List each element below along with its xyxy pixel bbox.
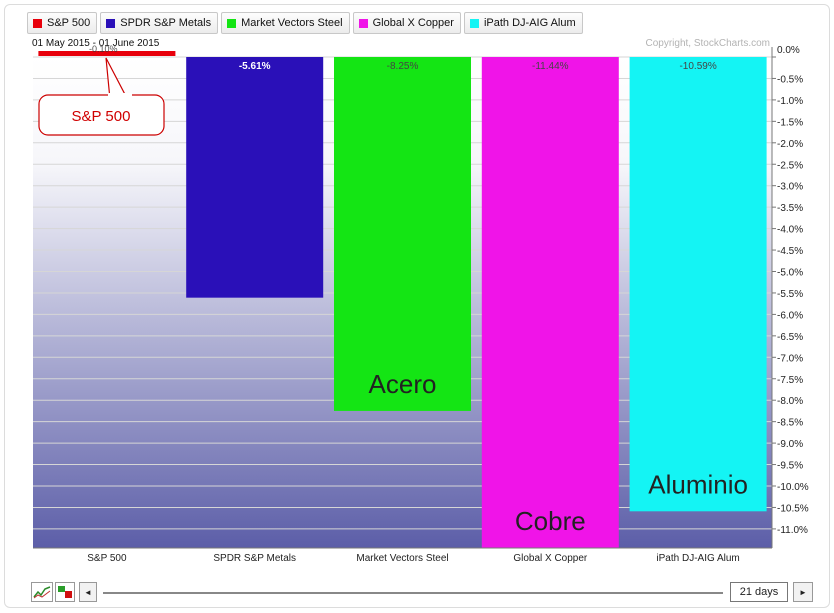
y-tick-label: -8.0% xyxy=(777,396,803,407)
y-tick-label: -5.5% xyxy=(777,289,803,300)
x-tick-label: Global X Copper xyxy=(513,553,588,564)
bar-value-label: -5.61% xyxy=(239,61,271,72)
y-tick-label: -7.0% xyxy=(777,353,803,364)
period-label: 21 days xyxy=(739,586,779,598)
bar-annotation: Aluminio xyxy=(648,469,748,499)
line-chart-icon xyxy=(33,586,51,599)
y-tick-label: -1.0% xyxy=(777,96,803,107)
y-tick-label: -0.5% xyxy=(777,74,803,85)
y-tick-label: 0.0% xyxy=(777,45,800,56)
y-tick-label: -6.0% xyxy=(777,310,803,321)
bar-value-label: -11.44% xyxy=(532,61,569,72)
y-tick-label: -7.5% xyxy=(777,375,803,386)
y-tick-label: -1.5% xyxy=(777,117,803,128)
y-tick-label: -5.0% xyxy=(777,268,803,279)
y-tick-label: -2.0% xyxy=(777,139,803,150)
bar xyxy=(334,57,471,411)
arrow-left-icon: ◄ xyxy=(84,587,92,597)
y-axis-ticks: 0.0% -0.5% -1.0% -1.5% -2.0% -2.5% -3.0% -3.5% -… xyxy=(772,45,809,536)
x-axis-ticks: S&P 500 SPDR S&P Metals Market Vectors Ste… xyxy=(87,553,740,564)
bar-value-label: -8.25% xyxy=(387,61,419,72)
y-tick-label: -3.5% xyxy=(777,203,803,214)
y-tick-label: -6.5% xyxy=(777,332,803,343)
arrow-right-icon: ► xyxy=(799,587,807,597)
copyright-text: Copyright, StockCharts.com xyxy=(646,38,771,49)
x-tick-label: SPDR S&P Metals xyxy=(213,553,296,564)
bar xyxy=(481,57,619,548)
bar-chart-icon xyxy=(58,586,72,598)
x-tick-label: iPath DJ-AIG Alum xyxy=(656,553,739,564)
y-tick-label: -10.5% xyxy=(777,503,809,514)
line-chart-toggle-icon[interactable] xyxy=(31,582,53,602)
x-tick-label: Market Vectors Steel xyxy=(356,553,448,564)
y-tick-label: -3.0% xyxy=(777,182,803,193)
callout-label: S&P 500 xyxy=(72,108,131,125)
y-tick-label: -2.5% xyxy=(777,160,803,171)
bottom-controls: ◄ 21 days ► xyxy=(31,582,816,604)
scroll-right-button[interactable]: ► xyxy=(793,582,813,602)
callout-pointer-cover xyxy=(108,93,132,97)
y-tick-label: -10.0% xyxy=(777,482,809,493)
scroll-left-button[interactable]: ◄ xyxy=(79,582,97,602)
period-slider-track[interactable] xyxy=(103,592,723,594)
y-tick-label: -11.0% xyxy=(777,525,808,536)
y-tick-label: -4.0% xyxy=(777,225,803,236)
chart-plot: -5.61% -8.25% -11.44% -10.59% 0.0% -0.5% -1.0… xyxy=(32,38,809,564)
bar-chart-toggle-icon[interactable] xyxy=(55,582,75,602)
y-tick-label: -8.5% xyxy=(777,418,803,429)
x-tick-label: S&P 500 xyxy=(87,553,127,564)
y-tick-label: -4.5% xyxy=(777,246,803,257)
bar-annotation: Acero xyxy=(369,369,437,399)
y-tick-label: -9.5% xyxy=(777,461,803,472)
y-tick-label: -9.0% xyxy=(777,439,803,450)
period-selector[interactable]: 21 days xyxy=(730,582,788,602)
bar-value-label: -10.59% xyxy=(679,61,716,72)
bar xyxy=(186,57,324,298)
bar xyxy=(629,57,767,512)
sp500-value-label: -0.10% xyxy=(89,44,118,54)
bar-annotation: Cobre xyxy=(515,506,586,536)
